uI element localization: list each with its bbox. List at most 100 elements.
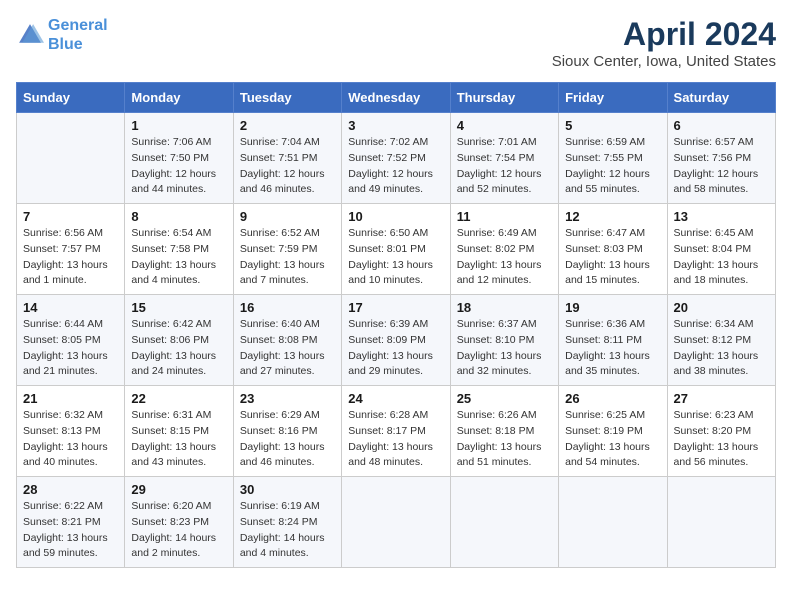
day-info: Sunrise: 6:39 AMSunset: 8:09 PMDaylight:… (348, 317, 443, 380)
day-cell: 3Sunrise: 7:02 AMSunset: 7:52 PMDaylight… (342, 113, 450, 204)
day-number: 8 (131, 209, 226, 224)
day-cell (559, 477, 667, 568)
col-monday: Monday (125, 83, 233, 113)
col-sunday: Sunday (17, 83, 125, 113)
day-number: 30 (240, 482, 335, 497)
day-number: 6 (674, 118, 769, 133)
logo: General Blue (16, 16, 108, 54)
day-info: Sunrise: 6:32 AMSunset: 8:13 PMDaylight:… (23, 408, 118, 471)
day-info: Sunrise: 6:28 AMSunset: 8:17 PMDaylight:… (348, 408, 443, 471)
day-info: Sunrise: 6:22 AMSunset: 8:21 PMDaylight:… (23, 499, 118, 562)
day-number: 24 (348, 391, 443, 406)
day-cell: 2Sunrise: 7:04 AMSunset: 7:51 PMDaylight… (233, 113, 341, 204)
day-info: Sunrise: 6:44 AMSunset: 8:05 PMDaylight:… (23, 317, 118, 380)
day-info: Sunrise: 6:40 AMSunset: 8:08 PMDaylight:… (240, 317, 335, 380)
col-tuesday: Tuesday (233, 83, 341, 113)
day-cell: 24 Sunrise: 6:28 AMSunset: 8:17 PMDayligh… (342, 386, 450, 477)
day-info: Sunrise: 6:50 AMSunset: 8:01 PMDaylight:… (348, 226, 443, 289)
day-cell: 29Sunrise: 6:20 AMSunset: 8:23 PMDayligh… (125, 477, 233, 568)
day-cell: 22 Sunrise: 6:31 AMSunset: 8:15 PMDayligh… (125, 386, 233, 477)
day-info: Sunrise: 6:23 AMSunset: 8:20 PMDaylight:… (674, 408, 769, 471)
day-cell: 5 Sunrise: 6:59 AMSunset: 7:55 PMDaylight… (559, 113, 667, 204)
day-number: 21 (23, 391, 118, 406)
day-info: Sunrise: 6:34 AMSunset: 8:12 PMDaylight:… (674, 317, 769, 380)
day-info: Sunrise: 6:26 AMSunset: 8:18 PMDaylight:… (457, 408, 552, 471)
day-cell: 4Sunrise: 7:01 AMSunset: 7:54 PMDaylight… (450, 113, 558, 204)
day-number: 19 (565, 300, 660, 315)
day-info: Sunrise: 6:20 AMSunset: 8:23 PMDaylight:… (131, 499, 226, 562)
col-friday: Friday (559, 83, 667, 113)
day-cell: 16 Sunrise: 6:40 AMSunset: 8:08 PMDayligh… (233, 295, 341, 386)
day-number: 25 (457, 391, 552, 406)
day-number: 5 (565, 118, 660, 133)
week-row-5: 28 Sunrise: 6:22 AMSunset: 8:21 PMDayligh… (17, 477, 776, 568)
calendar-table: Sunday Monday Tuesday Wednesday Thursday… (16, 82, 776, 568)
week-row-2: 7Sunrise: 6:56 AMSunset: 7:57 PMDaylight… (17, 204, 776, 295)
day-number: 26 (565, 391, 660, 406)
calendar-header-row: Sunday Monday Tuesday Wednesday Thursday… (17, 83, 776, 113)
day-info: Sunrise: 6:36 AMSunset: 8:11 PMDaylight:… (565, 317, 660, 380)
day-number: 27 (674, 391, 769, 406)
day-info: Sunrise: 6:52 AMSunset: 7:59 PMDaylight:… (240, 226, 335, 289)
day-info: Sunrise: 6:54 AMSunset: 7:58 PMDaylight:… (131, 226, 226, 289)
day-info: Sunrise: 6:19 AMSunset: 8:24 PMDaylight:… (240, 499, 335, 562)
day-cell (450, 477, 558, 568)
week-row-3: 14 Sunrise: 6:44 AMSunset: 8:05 PMDayligh… (17, 295, 776, 386)
day-number: 1 (131, 118, 226, 133)
day-cell: 19 Sunrise: 6:36 AMSunset: 8:11 PMDayligh… (559, 295, 667, 386)
day-number: 11 (457, 209, 552, 224)
day-cell: 17Sunrise: 6:39 AMSunset: 8:09 PMDayligh… (342, 295, 450, 386)
day-cell: 6Sunrise: 6:57 AMSunset: 7:56 PMDaylight… (667, 113, 775, 204)
day-info: Sunrise: 6:37 AMSunset: 8:10 PMDaylight:… (457, 317, 552, 380)
day-number: 3 (348, 118, 443, 133)
logo-line2: Blue (48, 36, 83, 53)
logo-icon (16, 21, 44, 49)
day-info: Sunrise: 6:31 AMSunset: 8:15 PMDaylight:… (131, 408, 226, 471)
day-info: Sunrise: 6:59 AMSunset: 7:55 PMDaylight:… (565, 135, 660, 198)
day-cell: 8 Sunrise: 6:54 AMSunset: 7:58 PMDaylight… (125, 204, 233, 295)
logo-line1: General (48, 17, 108, 34)
page-header: General Blue April 2024 Sioux Center, Io… (16, 16, 776, 70)
day-info: Sunrise: 6:29 AMSunset: 8:16 PMDaylight:… (240, 408, 335, 471)
day-info: Sunrise: 6:49 AMSunset: 8:02 PMDaylight:… (457, 226, 552, 289)
day-number: 12 (565, 209, 660, 224)
day-cell: 1 Sunrise: 7:06 AMSunset: 7:50 PMDaylight… (125, 113, 233, 204)
day-cell: 12 Sunrise: 6:47 AMSunset: 8:03 PMDayligh… (559, 204, 667, 295)
day-cell: 11 Sunrise: 6:49 AMSunset: 8:02 PMDayligh… (450, 204, 558, 295)
day-info: Sunrise: 6:47 AMSunset: 8:03 PMDaylight:… (565, 226, 660, 289)
col-wednesday: Wednesday (342, 83, 450, 113)
day-number: 13 (674, 209, 769, 224)
day-info: Sunrise: 6:25 AMSunset: 8:19 PMDaylight:… (565, 408, 660, 471)
day-cell: 20 Sunrise: 6:34 AMSunset: 8:12 PMDayligh… (667, 295, 775, 386)
day-cell: 27 Sunrise: 6:23 AMSunset: 8:20 PMDayligh… (667, 386, 775, 477)
day-number: 22 (131, 391, 226, 406)
day-cell: 13 Sunrise: 6:45 AMSunset: 8:04 PMDayligh… (667, 204, 775, 295)
day-cell: 15Sunrise: 6:42 AMSunset: 8:06 PMDayligh… (125, 295, 233, 386)
col-thursday: Thursday (450, 83, 558, 113)
week-row-1: 1 Sunrise: 7:06 AMSunset: 7:50 PMDaylight… (17, 113, 776, 204)
day-number: 23 (240, 391, 335, 406)
day-info: Sunrise: 6:42 AMSunset: 8:06 PMDaylight:… (131, 317, 226, 380)
day-number: 28 (23, 482, 118, 497)
day-cell: 28 Sunrise: 6:22 AMSunset: 8:21 PMDayligh… (17, 477, 125, 568)
day-number: 14 (23, 300, 118, 315)
day-cell (667, 477, 775, 568)
day-number: 20 (674, 300, 769, 315)
day-number: 10 (348, 209, 443, 224)
day-cell: 21 Sunrise: 6:32 AMSunset: 8:13 PMDayligh… (17, 386, 125, 477)
day-info: Sunrise: 6:45 AMSunset: 8:04 PMDaylight:… (674, 226, 769, 289)
day-cell: 7Sunrise: 6:56 AMSunset: 7:57 PMDaylight… (17, 204, 125, 295)
calendar-title: April 2024 (552, 16, 776, 53)
day-info: Sunrise: 7:06 AMSunset: 7:50 PMDaylight:… (131, 135, 226, 198)
day-cell: 23 Sunrise: 6:29 AMSunset: 8:16 PMDayligh… (233, 386, 341, 477)
day-number: 18 (457, 300, 552, 315)
day-number: 16 (240, 300, 335, 315)
day-cell (342, 477, 450, 568)
day-info: Sunrise: 7:01 AMSunset: 7:54 PMDaylight:… (457, 135, 552, 198)
logo-text: General Blue (48, 16, 108, 54)
day-number: 9 (240, 209, 335, 224)
day-cell: 18 Sunrise: 6:37 AMSunset: 8:10 PMDayligh… (450, 295, 558, 386)
day-cell: 26 Sunrise: 6:25 AMSunset: 8:19 PMDayligh… (559, 386, 667, 477)
day-cell: 9 Sunrise: 6:52 AMSunset: 7:59 PMDaylight… (233, 204, 341, 295)
day-cell: 14 Sunrise: 6:44 AMSunset: 8:05 PMDayligh… (17, 295, 125, 386)
